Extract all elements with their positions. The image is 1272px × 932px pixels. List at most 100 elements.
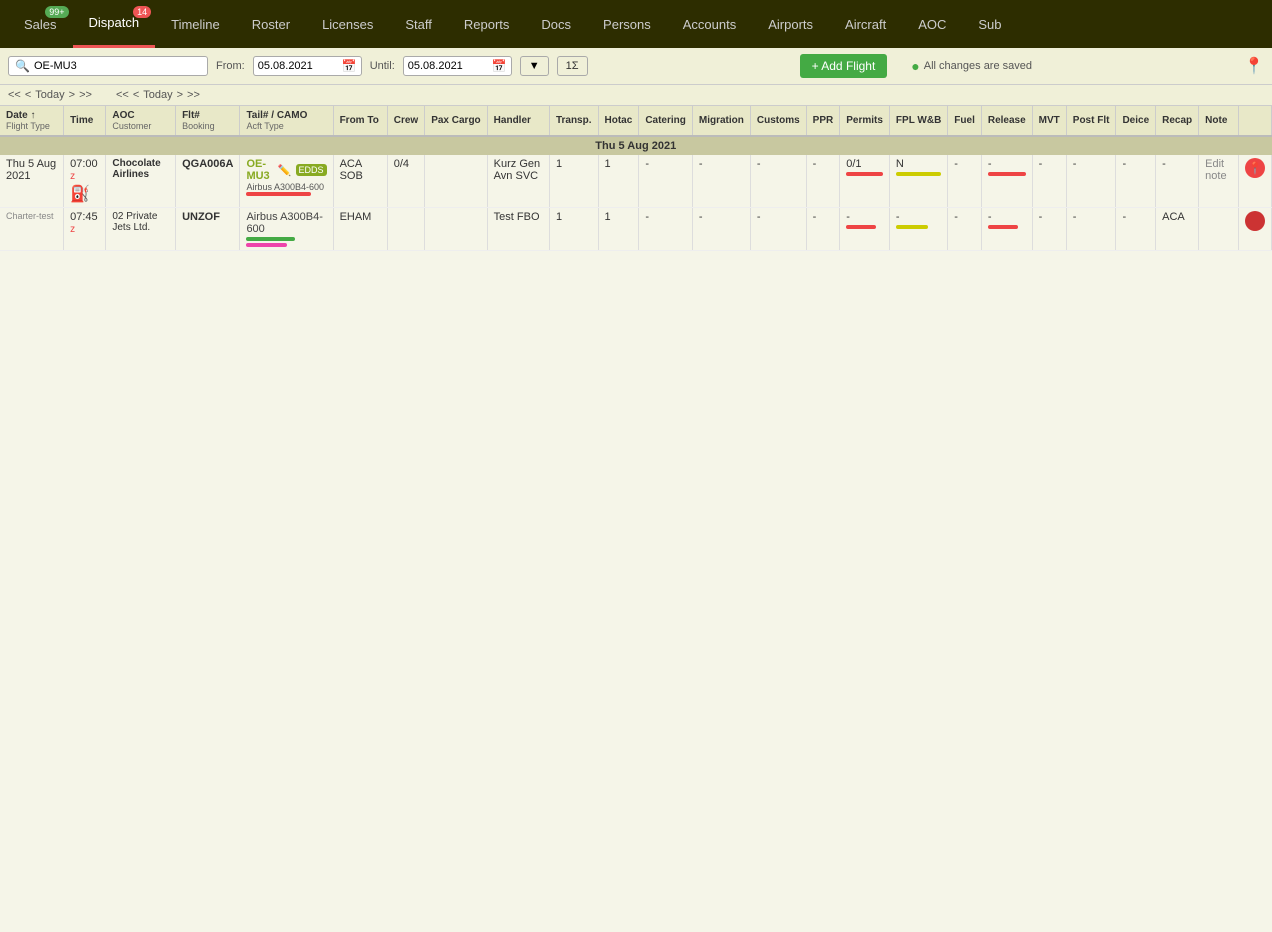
col-transp: Transp. — [549, 106, 598, 136]
nav-docs[interactable]: Docs — [525, 0, 587, 48]
from-date-input[interactable]: 📅 — [253, 56, 362, 76]
flight1-pin-icon[interactable]: 📍 — [1245, 158, 1265, 178]
flights-table: Date ↑Flight Type Time AOCCustomer Flt#B… — [0, 106, 1272, 251]
add-flight-button[interactable]: + Add Flight — [800, 54, 888, 78]
flight2-permits: - — [840, 208, 890, 251]
nav-staff[interactable]: Staff — [389, 0, 448, 48]
until-calendar-icon[interactable]: 📅 — [492, 59, 507, 73]
flight2-flight-type: Charter-test — [6, 211, 57, 221]
flight2-fuel: - — [948, 208, 982, 251]
flight1-migration: - — [692, 155, 750, 208]
flight2-time: 07:45 z — [64, 208, 106, 251]
flight2-pin-icon[interactable] — [1245, 211, 1265, 231]
flight1-fpl: N — [889, 155, 947, 208]
col-pin — [1239, 106, 1272, 136]
col-deice: Deice — [1116, 106, 1156, 136]
flight1-time: 07:00 z ⛽ — [64, 155, 106, 208]
nav-aoc[interactable]: AOC — [902, 0, 962, 48]
flight2-pin-col — [1239, 208, 1272, 251]
nav-licenses[interactable]: Licenses — [306, 0, 389, 48]
map-pin-icon[interactable]: 📍 — [1244, 56, 1264, 76]
sigma-button[interactable]: 1Σ — [557, 56, 588, 76]
flight2-permits-bar — [846, 225, 875, 229]
from-calendar-icon[interactable]: 📅 — [342, 59, 357, 73]
flight1-from-to: ACA SOB — [333, 155, 387, 208]
flight1-release: - — [981, 155, 1032, 208]
col-fpl: FPL W&B — [889, 106, 947, 136]
flight1-fpl-bar — [896, 172, 941, 176]
flight2-hotac: 1 — [598, 208, 639, 251]
flight2-date: Charter-test — [0, 208, 64, 251]
nav2-prev-prev[interactable]: << — [8, 89, 21, 101]
flight2-flt: UNZOF — [176, 208, 240, 251]
nav2-today[interactable]: Today — [35, 89, 64, 101]
col-note: Note — [1199, 106, 1239, 136]
col-mvt: MVT — [1032, 106, 1066, 136]
until-date-input[interactable]: 📅 — [403, 56, 512, 76]
flight1-flt: QGA006A — [176, 155, 240, 208]
right-date-nav: << < Today > >> — [116, 89, 200, 101]
nav2-prev[interactable]: < — [25, 89, 31, 101]
flight2-release-bar — [988, 225, 1018, 229]
nav2r-prev-prev[interactable]: << — [116, 89, 129, 101]
date-navigation-row: << < Today > >> << < Today > >> — [0, 85, 1272, 106]
col-recap: Recap — [1156, 106, 1199, 136]
nav-reports[interactable]: Reports — [448, 0, 526, 48]
flight2-from-to: EHAM — [333, 208, 387, 251]
nav-aircraft[interactable]: Aircraft — [829, 0, 902, 48]
col-permits: Permits — [840, 106, 890, 136]
col-hotac: Hotac — [598, 106, 639, 136]
nav2r-next[interactable]: > — [177, 89, 183, 101]
from-label: From: — [216, 60, 245, 72]
flight2-pax — [425, 208, 487, 251]
flight1-handler: Kurz Gen Avn SVC — [487, 155, 549, 208]
flight1-deice: - — [1116, 155, 1156, 208]
flight1-edit-icon[interactable]: ✏️ — [278, 164, 292, 177]
flight2-bar-pink — [246, 243, 286, 247]
flight2-recap: ACA — [1156, 208, 1199, 251]
search-box[interactable]: 🔍 — [8, 56, 208, 76]
flight2-aoc: 02 Private Jets Ltd. — [106, 208, 176, 251]
flight1-aoc: Chocolate Airlines — [106, 155, 176, 208]
top-navigation: Sales 99+ Dispatch 14 Timeline Roster Li… — [0, 0, 1272, 48]
left-date-nav: << < Today > >> — [8, 89, 92, 101]
nav-sub[interactable]: Sub — [962, 0, 1017, 48]
flight1-postflt: - — [1066, 155, 1116, 208]
col-migration: Migration — [692, 106, 750, 136]
search-input[interactable] — [34, 60, 201, 72]
table-row: Charter-test 07:45 z 02 Private Jets Ltd… — [0, 208, 1272, 251]
nav-roster[interactable]: Roster — [236, 0, 306, 48]
nav-dispatch[interactable]: Dispatch 14 — [73, 0, 156, 48]
nav2r-prev[interactable]: < — [133, 89, 139, 101]
nav2-next[interactable]: > — [69, 89, 75, 101]
flight1-fuel: - — [948, 155, 982, 208]
col-crew: Crew — [387, 106, 424, 136]
nav2r-next-next[interactable]: >> — [187, 89, 200, 101]
col-tail: Tail# / CAMOAcft Type — [240, 106, 333, 136]
nav2-next-next[interactable]: >> — [79, 89, 92, 101]
flight2-tail-text: Airbus A300B4-600 — [246, 211, 326, 235]
flight1-transp: 1 — [549, 155, 598, 208]
flight1-release-bar — [988, 172, 1026, 176]
nav-sales[interactable]: Sales 99+ — [8, 0, 73, 48]
day-separator-label: Thu 5 Aug 2021 — [0, 136, 1272, 155]
flight2-mvt: - — [1032, 208, 1066, 251]
from-date-field[interactable] — [258, 60, 338, 72]
nav-persons[interactable]: Persons — [587, 0, 667, 48]
flight1-pin-col: 📍 — [1239, 155, 1272, 208]
nav-airports[interactable]: Airports — [752, 0, 829, 48]
nav2r-today[interactable]: Today — [143, 89, 172, 101]
dispatch-badge: 14 — [133, 6, 151, 18]
flight1-bar-red — [246, 192, 310, 196]
flight1-customs: - — [750, 155, 806, 208]
flight1-catering: - — [639, 155, 693, 208]
col-release: Release — [981, 106, 1032, 136]
flight2-transp: 1 — [549, 208, 598, 251]
until-date-field[interactable] — [408, 60, 488, 72]
nav-accounts[interactable]: Accounts — [667, 0, 752, 48]
nav-timeline[interactable]: Timeline — [155, 0, 236, 48]
col-date[interactable]: Date ↑Flight Type — [0, 106, 64, 136]
flight2-fpl: - — [889, 208, 947, 251]
flight1-edit-note-link[interactable]: Edit note — [1205, 158, 1226, 182]
filter-button[interactable]: ▼ — [520, 56, 549, 76]
